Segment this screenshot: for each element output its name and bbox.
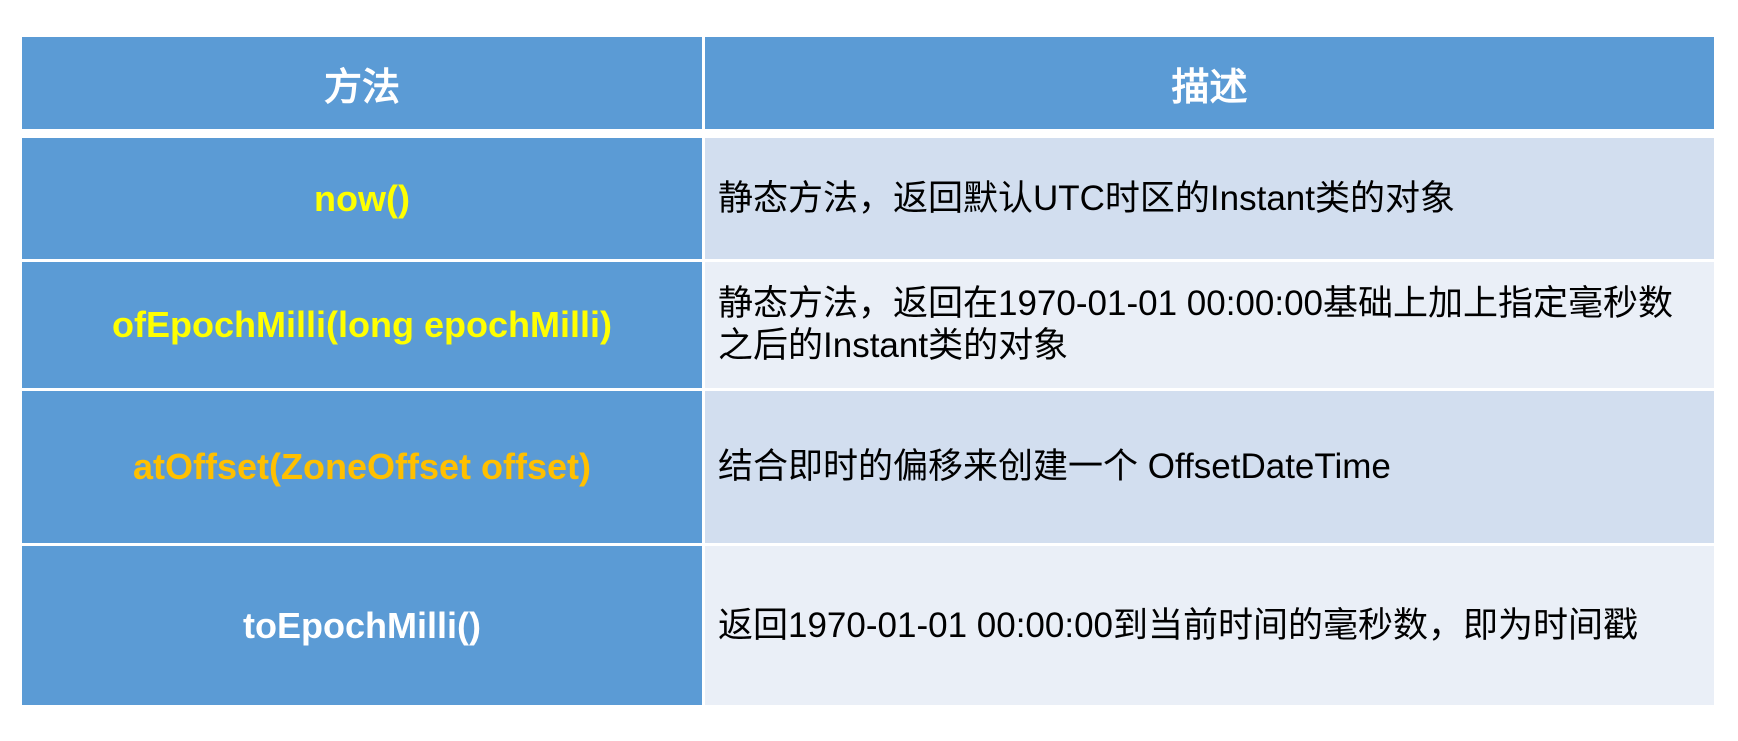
method-cell-toepochmilli: toEpochMilli()	[22, 546, 702, 705]
method-cell-ofepochmilli: ofEpochMilli(long epochMilli)	[22, 262, 702, 388]
description-cell-now: 静态方法，返回默认UTC时区的Instant类的对象	[705, 138, 1714, 259]
method-table: 方法 描述 now() 静态方法，返回默认UTC时区的Instant类的对象 o…	[22, 37, 1714, 705]
description-cell-atoffset: 结合即时的偏移来创建一个 OffsetDateTime	[705, 391, 1714, 543]
method-cell-atoffset: atOffset(ZoneOffset offset)	[22, 391, 702, 543]
description-cell-toepochmilli: 返回1970-01-01 00:00:00到当前时间的毫秒数，即为时间戳	[705, 546, 1714, 705]
method-cell-now: now()	[22, 138, 702, 259]
description-cell-ofepochmilli: 静态方法，返回在1970-01-01 00:00:00基础上加上指定毫秒数之后的…	[705, 262, 1714, 388]
header-description: 描述	[705, 37, 1714, 129]
header-method: 方法	[22, 37, 702, 129]
